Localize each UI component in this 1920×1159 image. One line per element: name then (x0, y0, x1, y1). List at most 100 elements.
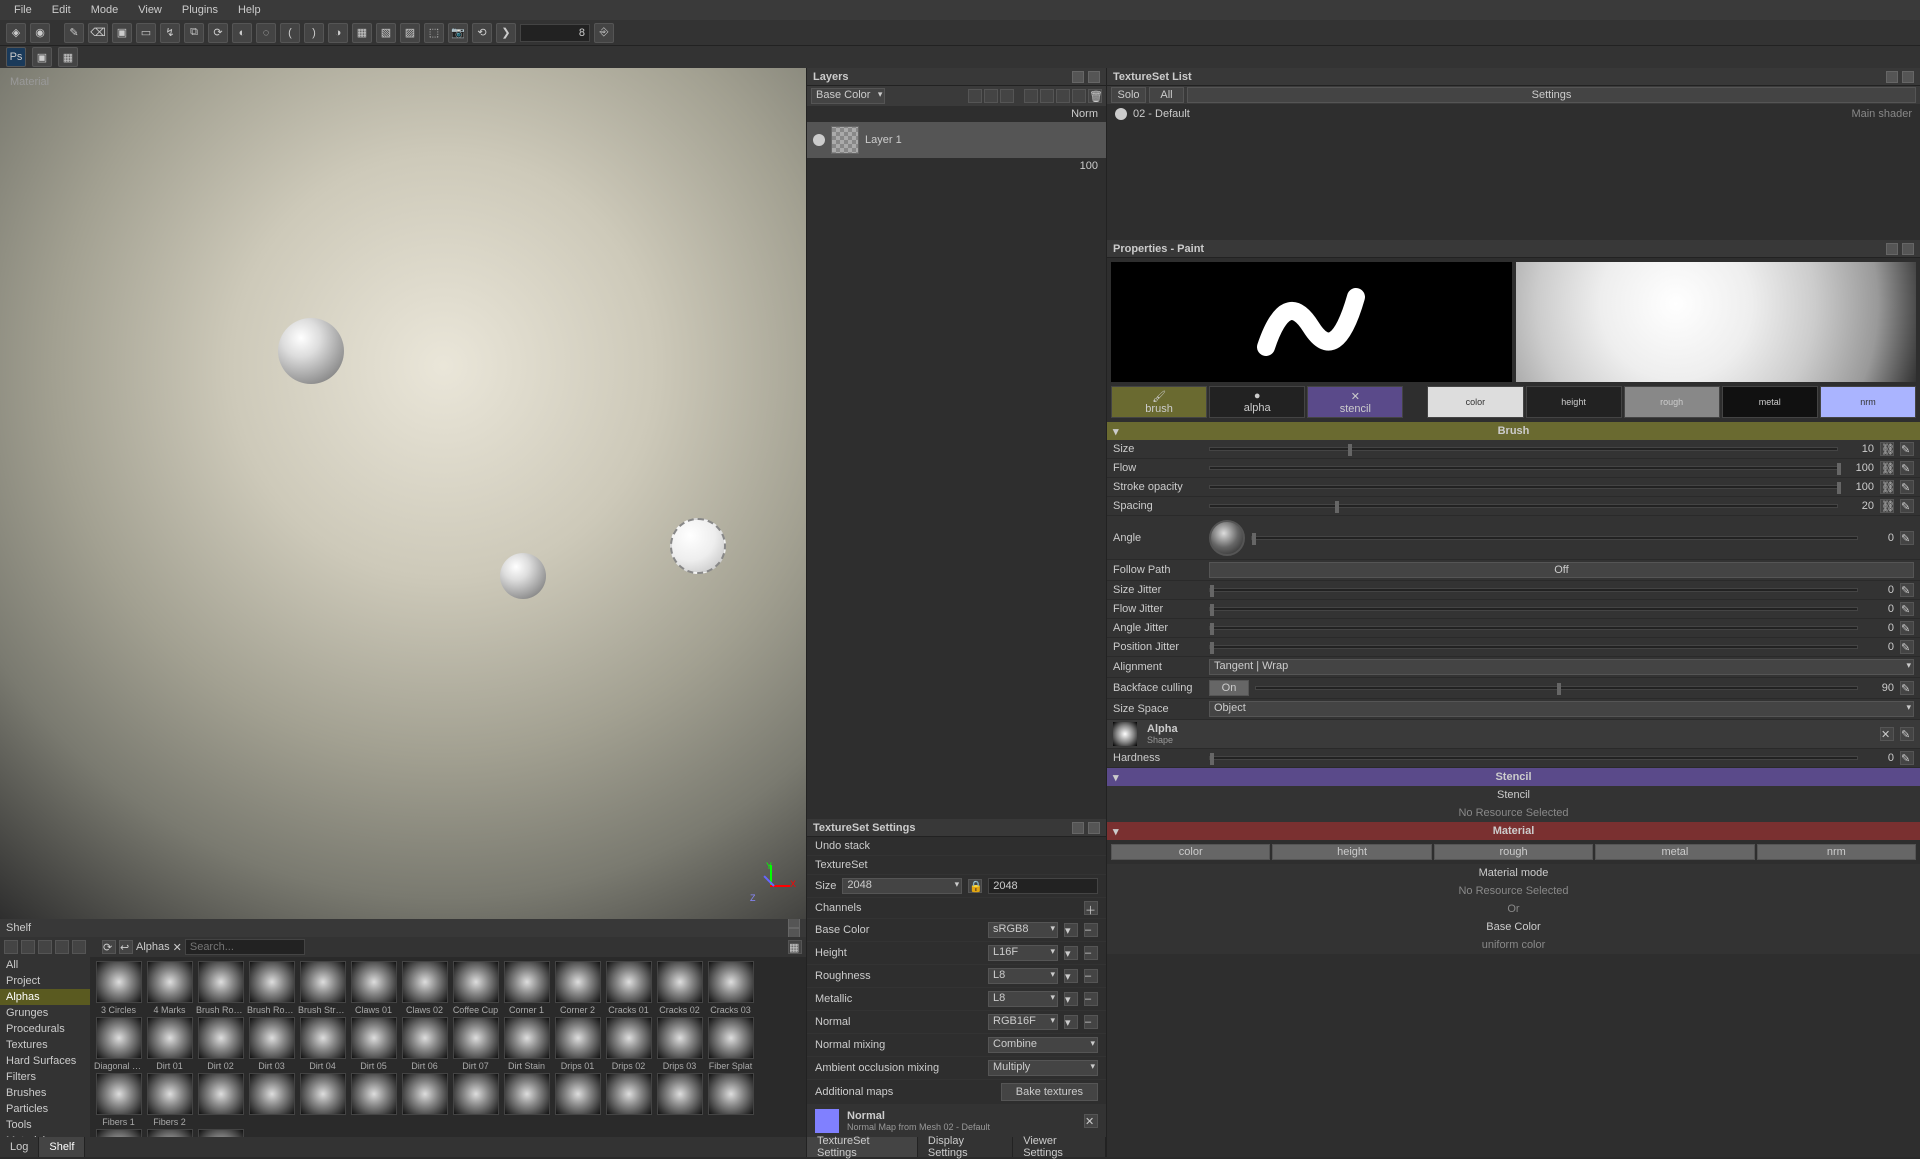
bake-textures-button[interactable]: Bake textures (1001, 1083, 1098, 1101)
angle-knob[interactable] (1209, 520, 1245, 556)
jitter-edit-icon[interactable]: ✎ (1900, 602, 1914, 616)
hardness-edit-icon[interactable]: ✎ (1900, 751, 1914, 765)
ao-mixing-dropdown[interactable]: Multiply (988, 1060, 1098, 1076)
shelf-item[interactable] (502, 1073, 551, 1127)
tool-btn-20[interactable]: ⟲ (472, 23, 492, 43)
menu-edit[interactable]: Edit (42, 4, 81, 16)
props-close-icon[interactable] (1902, 243, 1914, 255)
mode-alpha[interactable]: ●alpha (1209, 386, 1305, 418)
normal-map-row[interactable]: Normal Normal Map from Mesh 02 - Default… (807, 1105, 1106, 1137)
channel-opt-icon[interactable]: ▾ (1064, 992, 1078, 1006)
shelf-item[interactable]: Fiber Splat (706, 1017, 755, 1071)
prop-edit-icon[interactable]: ✎ (1900, 499, 1914, 513)
mat-metal[interactable]: metal (1595, 844, 1754, 860)
shelf-category[interactable]: All (0, 957, 90, 973)
layers-min-icon[interactable] (1072, 71, 1084, 83)
shelf-category[interactable]: Particles (0, 1101, 90, 1117)
shelf-item[interactable]: 3 Circles (94, 961, 143, 1015)
tool-btn-13[interactable]: ) (304, 23, 324, 43)
eraser-tool-icon[interactable]: ⌫ (88, 23, 108, 43)
channel-remove-icon[interactable]: – (1084, 946, 1098, 960)
mat-height[interactable]: height (1272, 844, 1431, 860)
channel-opt-icon[interactable]: ▾ (1064, 969, 1078, 983)
undo-stack-row[interactable]: Undo stack (807, 837, 1106, 856)
prop-slider[interactable] (1209, 504, 1838, 508)
shelf-item[interactable] (604, 1073, 653, 1127)
shelf-category[interactable]: Project (0, 973, 90, 989)
remove-map-icon[interactable]: ✕ (1084, 1114, 1098, 1128)
shelf-item[interactable]: Claws 01 (349, 961, 398, 1015)
tab-display-settings[interactable]: Display Settings (918, 1137, 1013, 1157)
prop-edit-icon[interactable]: ✎ (1900, 442, 1914, 456)
shelf-refresh-icon[interactable]: ⟳ (102, 940, 116, 954)
channel-opt-icon[interactable]: ▾ (1064, 1015, 1078, 1029)
channel-format-dropdown[interactable]: RGB16F (988, 1014, 1058, 1030)
shelf-tb-4[interactable] (55, 940, 69, 954)
secondary-btn-1[interactable]: ▣ (32, 47, 52, 67)
shelf-item[interactable]: Brush Rotat... (247, 961, 296, 1015)
prop-link-icon[interactable]: ⛓ (1880, 480, 1894, 494)
jitter-slider[interactable] (1209, 645, 1858, 649)
mat-nrm[interactable]: nrm (1757, 844, 1916, 860)
secondary-btn-2[interactable]: ▦ (58, 47, 78, 67)
layers-close-icon[interactable] (1088, 71, 1100, 83)
brush-tool-icon[interactable]: ✎ (64, 23, 84, 43)
prop-edit-icon[interactable]: ✎ (1900, 461, 1914, 475)
shelf-category[interactable]: Filters (0, 1069, 90, 1085)
tool-btn-11[interactable]: ◌ (256, 23, 276, 43)
shelf-item[interactable]: Drips 03 (655, 1017, 704, 1071)
layers-tool-3[interactable] (1000, 89, 1014, 103)
polyfill-tool-icon[interactable]: ▭ (136, 23, 156, 43)
menu-mode[interactable]: Mode (81, 4, 129, 16)
channel-remove-icon[interactable]: – (1084, 1015, 1098, 1029)
layer-name[interactable]: Layer 1 (865, 134, 902, 146)
chan-metal[interactable]: metal (1722, 386, 1818, 418)
layers-tool-1[interactable] (968, 89, 982, 103)
brush-section-header[interactable]: ▾Brush (1107, 422, 1920, 440)
tset-list-item[interactable]: 02 - Default Main shader (1107, 104, 1920, 124)
material-section-header[interactable]: ▾Material (1107, 822, 1920, 840)
tset-shader[interactable]: Main shader (1851, 108, 1912, 120)
tool-btn-18[interactable]: ⬚ (424, 23, 444, 43)
props-min-icon[interactable] (1886, 243, 1898, 255)
toolbar-value-field[interactable] (520, 24, 590, 42)
prop-slider[interactable] (1209, 447, 1838, 451)
menu-file[interactable]: File (4, 4, 42, 16)
tool-btn-15[interactable]: ▦ (352, 23, 372, 43)
camera-icon[interactable]: 📷 (448, 23, 468, 43)
shelf-tb-1[interactable] (4, 940, 18, 954)
layer-visibility-icon[interactable] (813, 134, 825, 146)
tsetlist-close-icon[interactable] (1902, 71, 1914, 83)
shelf-item[interactable]: Cracks 03 (706, 961, 755, 1015)
tab-shelf[interactable]: Shelf (39, 1137, 85, 1157)
3d-viewport[interactable]: Material Y X Z (0, 68, 806, 919)
shelf-item[interactable]: Fibers 2 (145, 1073, 194, 1127)
tool-btn-10[interactable]: ◐ (232, 23, 252, 43)
shelf-item[interactable] (706, 1073, 755, 1127)
jitter-edit-icon[interactable]: ✎ (1900, 621, 1914, 635)
shelf-crumb-close[interactable]: ✕ (173, 941, 182, 954)
shelf-category[interactable]: Tools (0, 1117, 90, 1133)
tsetlist-min-icon[interactable] (1886, 71, 1898, 83)
chan-nrm[interactable]: nrm (1820, 386, 1916, 418)
shelf-category[interactable]: Textures (0, 1037, 90, 1053)
shelf-item[interactable]: Dirt 06 (400, 1017, 449, 1071)
mat-rough[interactable]: rough (1434, 844, 1593, 860)
angle-slider[interactable] (1251, 536, 1858, 540)
prop-link-icon[interactable]: ⛓ (1880, 442, 1894, 456)
prop-link-icon[interactable]: ⛓ (1880, 461, 1894, 475)
all-button[interactable]: All (1149, 87, 1184, 103)
shelf-item[interactable]: Drips 01 (553, 1017, 602, 1071)
shelf-item[interactable] (553, 1073, 602, 1127)
shelf-item[interactable]: Corner 1 (502, 961, 551, 1015)
angle-edit-icon[interactable]: ✎ (1900, 531, 1914, 545)
shelf-category[interactable]: Brushes (0, 1085, 90, 1101)
tset-settings-button[interactable]: Settings (1187, 87, 1916, 103)
chan-rough[interactable]: rough (1624, 386, 1720, 418)
shelf-item[interactable] (145, 1129, 194, 1137)
hardness-slider[interactable] (1209, 756, 1858, 760)
shelf-item[interactable]: Dirt Stain (502, 1017, 551, 1071)
layer-row[interactable]: Layer 1 (807, 122, 1106, 158)
shelf-item[interactable] (94, 1129, 143, 1137)
normal-mixing-dropdown[interactable]: Combine (988, 1037, 1098, 1053)
